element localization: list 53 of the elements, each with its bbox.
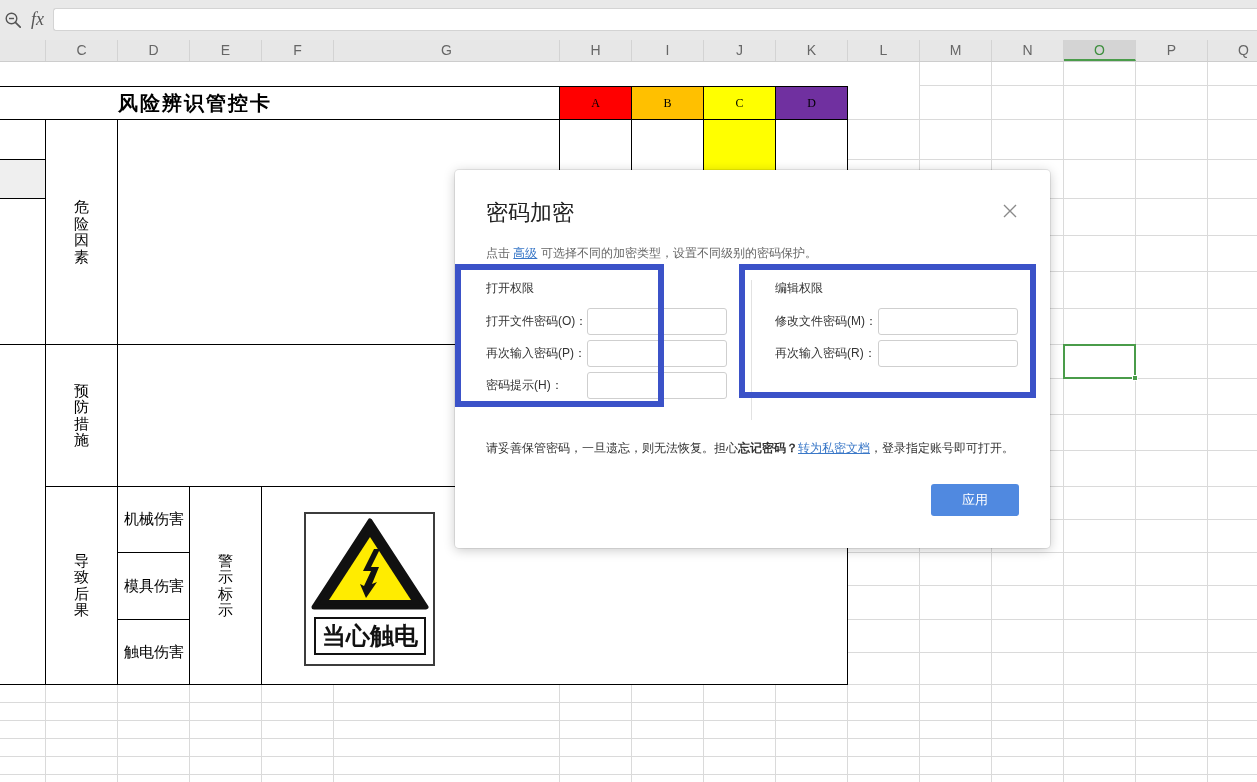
input-field[interactable]	[587, 340, 727, 367]
input-field[interactable]	[878, 340, 1018, 367]
field-label: 打开文件密码(O)：	[486, 313, 588, 330]
field-label: 修改文件密码(M)：	[775, 313, 878, 330]
input-field[interactable]	[878, 308, 1018, 335]
consequence-label: 模具伤害	[123, 576, 184, 596]
column-header[interactable]: K	[776, 40, 848, 61]
description-text: 点击 高级 可选择不同的加密类型，设置不同级别的密码保护。	[486, 245, 817, 262]
close-button[interactable]	[1002, 203, 1018, 219]
sign-heading: 警示标示	[218, 552, 233, 619]
level-cell: D	[776, 86, 848, 120]
section-label: 预防措施	[74, 382, 89, 449]
section-heading: 编辑权限	[775, 280, 823, 296]
selected-cell[interactable]	[1063, 344, 1136, 379]
formula-input[interactable]	[53, 8, 1257, 31]
column-header[interactable]: P	[1136, 40, 1208, 61]
card-title: 风险辨识管控卡	[118, 90, 272, 116]
column-header[interactable]: E	[190, 40, 262, 61]
column-header[interactable]: M	[920, 40, 992, 61]
dialog-title: 密码加密	[486, 199, 574, 227]
column-header[interactable]: I	[632, 40, 704, 61]
field-label: 密码提示(H)：	[486, 377, 564, 394]
input-field[interactable]	[587, 372, 727, 399]
consequence-label: 机械伤害	[123, 510, 184, 529]
level-cell: A	[560, 86, 632, 120]
section-label: 危险因素	[74, 199, 89, 265]
fill-handle[interactable]	[1132, 375, 1138, 381]
column-header[interactable]: J	[704, 40, 776, 61]
level-cell: B	[632, 86, 704, 120]
apply-button[interactable]: 应用	[931, 484, 1019, 516]
close-icon	[1003, 204, 1017, 218]
notice-text: 请妥善保管密码，一旦遗忘，则无法恢复。担心忘记密码？转为私密文档，登录指定账号即可打开。	[486, 440, 1014, 457]
column-header[interactable]: G	[334, 40, 560, 61]
warning-sign-label: 当心触电	[313, 616, 426, 655]
zoom-out-icon[interactable]	[5, 12, 21, 28]
electric-hazard-icon	[310, 516, 429, 611]
column-header[interactable]: H	[560, 40, 632, 61]
field-label: 再次输入密码(P)：	[486, 345, 587, 362]
private-document-link[interactable]: 转为私密文档	[798, 441, 870, 455]
column-header[interactable]: C	[46, 40, 118, 61]
advanced-link[interactable]: 高级	[513, 246, 538, 260]
column-header[interactable]: L	[848, 40, 920, 61]
column-header[interactable]: D	[118, 40, 190, 61]
consequence-label: 触电伤害	[123, 642, 184, 662]
column-header[interactable]: O	[1064, 40, 1136, 61]
level-cell: C	[704, 86, 776, 120]
section-heading: 打开权限	[486, 280, 534, 296]
column-header[interactable]: F	[262, 40, 334, 61]
column-header[interactable]: Q	[1208, 40, 1257, 61]
input-field[interactable]	[587, 308, 728, 335]
field-label: 再次输入密码(R)：	[775, 345, 877, 362]
section-label: 导致后果	[74, 552, 89, 619]
insert-function-button[interactable]: fx	[31, 9, 44, 29]
